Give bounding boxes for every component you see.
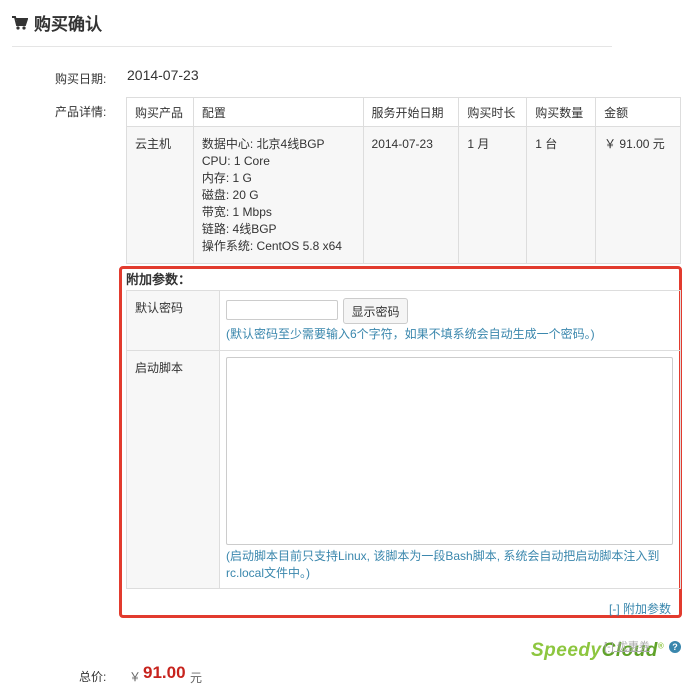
product-details-label: 产品详情: xyxy=(55,105,107,119)
header-duration: 购买时长 xyxy=(458,97,528,127)
product-table: 购买产品 配置 服务开始日期 购买时长 购买数量 金额 云主机 数据中心: 北京… xyxy=(126,97,681,264)
cell-start-date: 2014-07-23 xyxy=(362,126,460,264)
purchase-date-label: 购买日期: xyxy=(55,72,107,86)
header-amount: 金额 xyxy=(595,97,681,127)
config-bandwidth: 带宽: 1 Mbps xyxy=(201,205,272,219)
page-title-text: 购买确认 xyxy=(34,15,102,34)
script-label: 启动脚本 xyxy=(135,361,184,375)
cell-config: 数据中心: 北京4线BGP CPU: 1 Core 内存: 1 G 磁盘: 20… xyxy=(192,126,364,264)
password-label-cell: 默认密码 xyxy=(127,291,220,350)
addon-title: 附加参数： xyxy=(126,272,192,287)
cell-quantity: 1 台 xyxy=(526,126,597,264)
show-password-button[interactable]: 显示密码 xyxy=(343,298,408,324)
startup-script-textarea[interactable] xyxy=(226,357,673,545)
shopping-cart-icon xyxy=(12,15,28,30)
coupon-toggle-link[interactable]: [-] 优惠券 xyxy=(604,638,650,654)
script-hint-line1: (启动脚本目前只支持Linux, 该脚本为一段Bash脚本, 系统会自动把启动脚… xyxy=(226,549,660,563)
config-memory: 内存: 1 G xyxy=(201,171,252,185)
help-icon[interactable]: ? xyxy=(669,641,681,653)
cell-amount: ￥ 91.00 元 xyxy=(595,126,681,264)
addon-toggle-link[interactable]: [-] 附加参数 xyxy=(609,600,671,617)
password-label: 默认密码 xyxy=(135,301,184,315)
header-start-date: 服务开始日期 xyxy=(362,97,460,127)
total-currency: ￥ xyxy=(129,670,142,684)
header-quantity: 购买数量 xyxy=(526,97,597,127)
password-input[interactable] xyxy=(226,300,338,320)
total-label: 总价: xyxy=(79,670,107,684)
password-row: 默认密码 显示密码 (默认密码至少需要输入6个字符，如果不填系统会自动生成一个密… xyxy=(127,291,680,351)
total-amount: 91.00 xyxy=(143,663,186,682)
title-divider xyxy=(12,46,612,47)
config-os: 操作系统: CentOS 5.8 x64 xyxy=(201,239,342,253)
table-header-row: 购买产品 配置 服务开始日期 购买时长 购买数量 金额 xyxy=(126,97,681,127)
config-datacenter: 数据中心: 北京4线BGP xyxy=(201,137,325,151)
page-title: 购买确认 xyxy=(12,10,102,35)
script-label-cell: 启动脚本 xyxy=(127,351,220,588)
cell-product: 云主机 xyxy=(126,126,194,264)
total-unit: 元 xyxy=(190,671,203,685)
config-cpu: CPU: 1 Core xyxy=(201,154,270,168)
script-hint-line2: rc.local文件中。) xyxy=(226,566,311,580)
table-row: 云主机 数据中心: 北京4线BGP CPU: 1 Core 内存: 1 G 磁盘… xyxy=(126,126,681,264)
password-hint: (默认密码至少需要输入6个字符，如果不填系统会自动生成一个密码。) xyxy=(226,327,595,341)
addon-table: 默认密码 显示密码 (默认密码至少需要输入6个字符，如果不填系统会自动生成一个密… xyxy=(126,290,681,589)
cell-duration: 1 月 xyxy=(458,126,528,264)
header-config: 配置 xyxy=(192,97,364,127)
header-product: 购买产品 xyxy=(126,97,194,127)
config-link: 链路: 4线BGP xyxy=(201,222,277,236)
script-row: 启动脚本 (启动脚本目前只支持Linux, 该脚本为一段Bash脚本, 系统会自… xyxy=(127,351,680,588)
config-disk: 磁盘: 20 G xyxy=(201,188,259,202)
purchase-date-value: 2014-07-23 xyxy=(127,67,199,83)
